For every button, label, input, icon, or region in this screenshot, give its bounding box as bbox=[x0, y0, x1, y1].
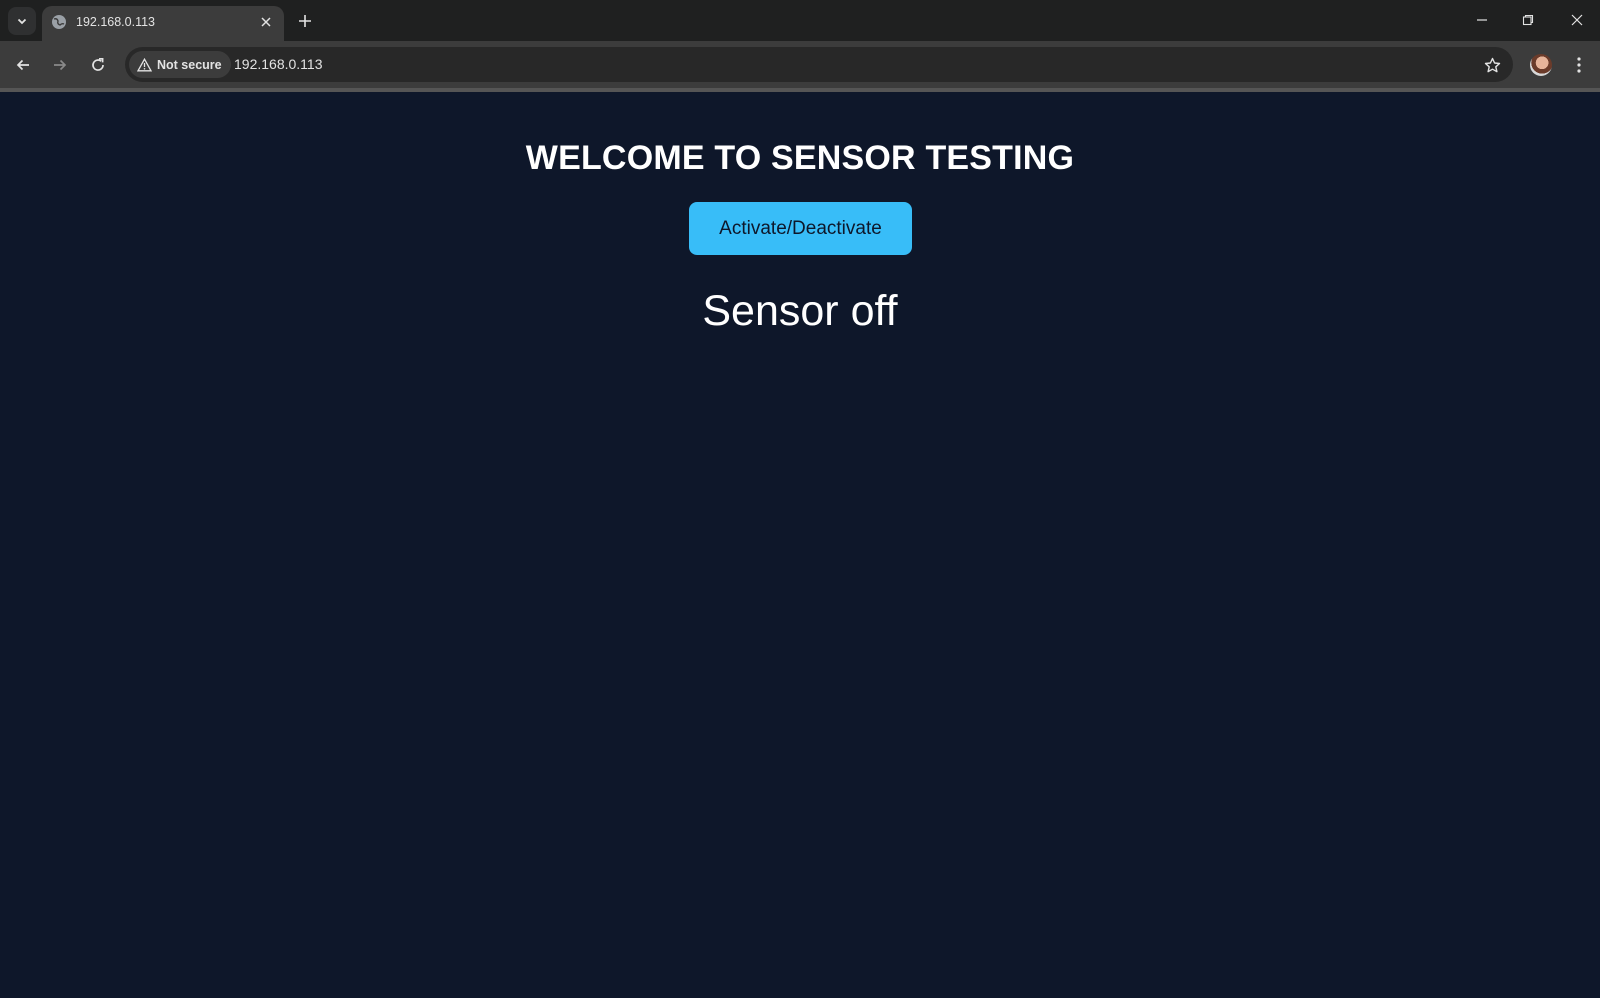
warning-icon bbox=[137, 57, 152, 71]
page-title: WELCOME TO SENSOR TESTING bbox=[525, 139, 1075, 177]
kebab-menu-icon bbox=[1577, 57, 1581, 73]
reload-icon bbox=[92, 57, 104, 71]
browser-tab[interactable]: 192.168.0.113 bbox=[42, 6, 284, 41]
sensor-status-text: Sensor off bbox=[702, 287, 898, 335]
tab-list-button[interactable] bbox=[8, 7, 36, 35]
restore-icon bbox=[1522, 14, 1534, 26]
profile-avatar[interactable] bbox=[1530, 54, 1552, 76]
plus-icon bbox=[299, 15, 311, 27]
forward-arrow-icon bbox=[54, 59, 67, 71]
minimize-icon bbox=[1477, 19, 1487, 21]
bookmark-button[interactable] bbox=[1481, 54, 1503, 76]
restore-button[interactable] bbox=[1514, 8, 1542, 32]
tab-title: 192.168.0.113 bbox=[76, 15, 156, 29]
globe-icon bbox=[52, 15, 66, 29]
url-text[interactable]: 192.168.0.113 bbox=[234, 56, 323, 72]
tab-close-button[interactable] bbox=[258, 14, 274, 30]
minimize-button[interactable] bbox=[1468, 8, 1496, 32]
security-label: Not secure bbox=[157, 57, 222, 72]
browser-tab-strip: 192.168.0.113 bbox=[0, 0, 1600, 41]
chevron-down-icon bbox=[17, 18, 27, 25]
star-icon bbox=[1484, 57, 1500, 72]
new-tab-button[interactable] bbox=[294, 10, 316, 32]
back-button[interactable] bbox=[9, 51, 37, 79]
security-chip[interactable]: Not secure bbox=[129, 51, 231, 78]
browser-menu-button[interactable] bbox=[1569, 53, 1589, 77]
activate-deactivate-button[interactable]: Activate/Deactivate bbox=[689, 202, 912, 255]
window-close-button[interactable] bbox=[1563, 8, 1591, 32]
reload-button[interactable] bbox=[84, 51, 112, 79]
page-content: WELCOME TO SENSOR TESTING Activate/Deact… bbox=[0, 92, 1600, 998]
close-icon bbox=[261, 17, 271, 27]
back-arrow-icon bbox=[16, 59, 29, 71]
window-close-icon bbox=[1571, 14, 1583, 26]
address-bar[interactable]: Not secure 192.168.0.113 bbox=[125, 47, 1513, 82]
forward-button[interactable] bbox=[46, 51, 74, 79]
browser-toolbar: Not secure 192.168.0.113 bbox=[0, 41, 1600, 88]
